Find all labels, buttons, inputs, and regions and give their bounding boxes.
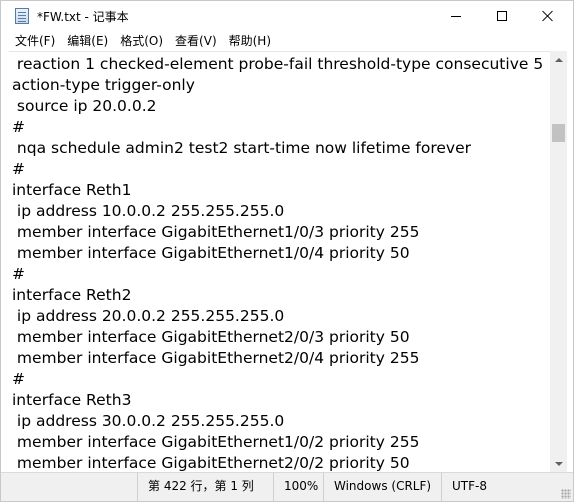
editor-line: nqa schedule admin2 test2 start-time now…	[12, 139, 472, 157]
close-icon	[542, 10, 554, 22]
notepad-icon	[15, 8, 29, 24]
editor-line: source ip 20.0.0.2	[12, 97, 157, 115]
menu-edit[interactable]: 编辑(E)	[61, 31, 114, 51]
editor-line: member interface GigabitEthernet1/0/3 pr…	[12, 223, 420, 241]
menu-file[interactable]: 文件(F)	[9, 31, 61, 51]
editor-line: member interface GigabitEthernet2/0/2 pr…	[12, 454, 410, 472]
line-ending: Windows (CRLF)	[323, 473, 441, 501]
editor-line: interface Reth2	[12, 286, 132, 304]
editor-line: ip address 30.0.0.2 255.255.255.0	[12, 412, 285, 430]
cursor-position: 第 422 行，第 1 列	[137, 473, 273, 501]
encoding: UTF-8	[441, 473, 573, 501]
menu-format[interactable]: 格式(O)	[114, 31, 169, 51]
editor-lines: reaction 1 checked-element probe-fail th…	[9, 52, 550, 472]
resize-grip-icon[interactable]	[561, 489, 571, 499]
maximize-button[interactable]	[479, 1, 525, 31]
editor-line: member interface GigabitEthernet1/0/4 pr…	[12, 244, 410, 262]
editor-line: reaction 1 checked-element probe-fail th…	[12, 55, 544, 73]
editor-line: #	[12, 265, 25, 283]
editor-line: #	[12, 370, 25, 388]
text-editor[interactable]: reaction 1 checked-element probe-fail th…	[9, 51, 550, 472]
editor-line: ip address 20.0.0.2 255.255.255.0	[12, 307, 285, 325]
scroll-thumb[interactable]	[552, 124, 565, 142]
editor-line: #	[12, 118, 25, 136]
chevron-down-icon	[554, 461, 563, 466]
window-title: *FW.txt - 记事本	[37, 10, 129, 24]
scroll-down-button[interactable]	[550, 455, 567, 472]
editor-line: ip address 10.0.0.2 255.255.255.0	[12, 202, 285, 220]
minimize-button[interactable]	[433, 1, 479, 31]
editor-line: member interface GigabitEthernet2/0/3 pr…	[12, 328, 410, 346]
minimize-icon	[451, 15, 461, 17]
scroll-up-button[interactable]	[550, 51, 567, 68]
editor-line: member interface GigabitEthernet1/0/2 pr…	[12, 433, 420, 451]
status-bar: 第 422 行，第 1 列 100% Windows (CRLF) UTF-8	[1, 472, 573, 501]
chevron-up-icon	[554, 57, 563, 62]
menu-bar: 文件(F) 编辑(E) 格式(O) 查看(V) 帮助(H)	[1, 31, 573, 51]
menu-help[interactable]: 帮助(H)	[223, 31, 277, 51]
zoom-level: 100%	[273, 473, 323, 501]
menu-view[interactable]: 查看(V)	[169, 31, 223, 51]
title-bar[interactable]: *FW.txt - 记事本	[1, 1, 573, 31]
editor-line: #	[12, 160, 25, 178]
maximize-icon	[497, 11, 507, 21]
close-button[interactable]	[525, 1, 571, 31]
editor-line: interface Reth3	[12, 391, 132, 409]
editor-line: member interface GigabitEthernet2/0/4 pr…	[12, 349, 420, 367]
editor-line: action-type trigger-only	[12, 76, 195, 94]
notepad-window: *FW.txt - 记事本 文件(F) 编辑(E) 格式(O) 查看(V) 帮助…	[0, 0, 574, 502]
vertical-scrollbar[interactable]	[550, 51, 567, 472]
editor-line: interface Reth1	[12, 181, 132, 199]
